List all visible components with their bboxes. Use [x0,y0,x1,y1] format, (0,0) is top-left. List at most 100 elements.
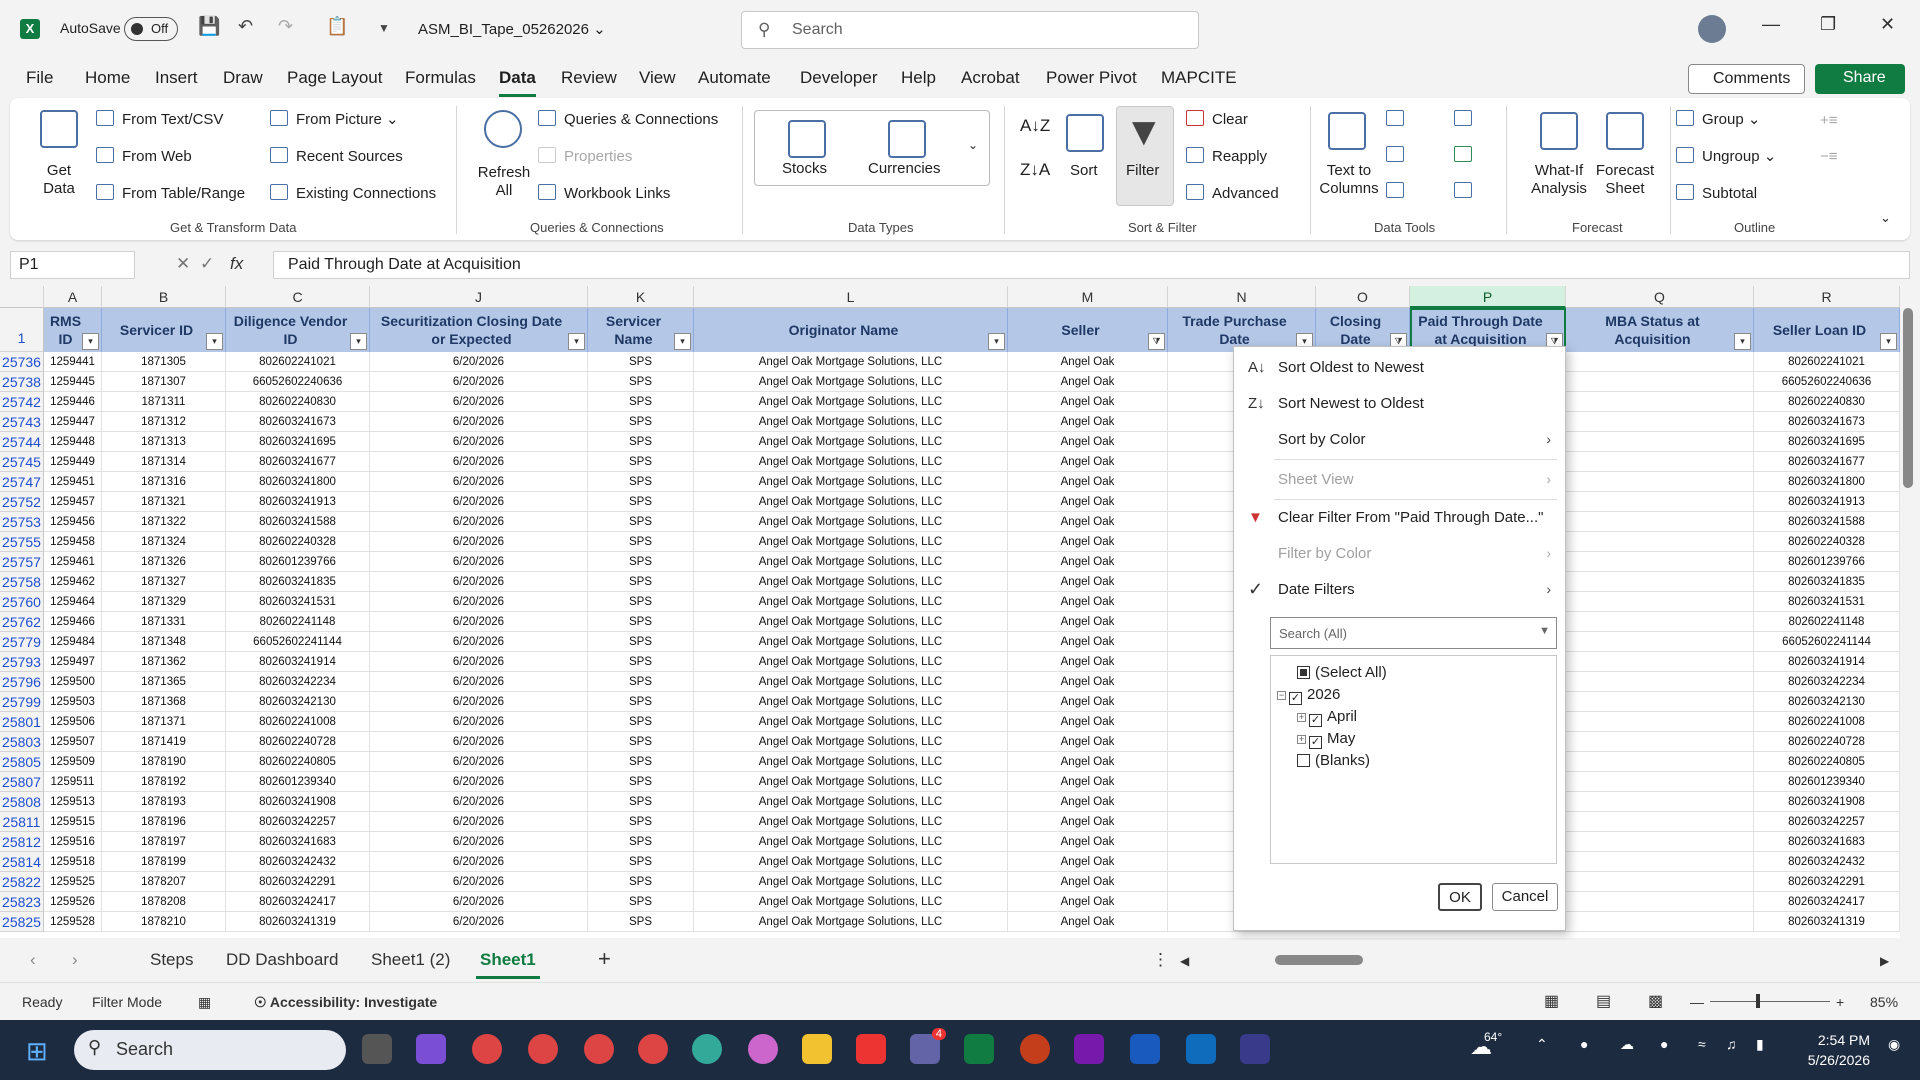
table-cell[interactable]: Angel Oak [1008,732,1168,752]
table-header-cell[interactable]: Originator Name ▾ [694,308,1008,352]
table-cell[interactable]: Angel Oak Mortgage Solutions, LLC [694,912,1008,932]
table-cell[interactable]: 1259526 [44,892,102,912]
column-header-2[interactable]: C [226,286,370,308]
table-cell[interactable]: Angel Oak [1008,372,1168,392]
table-cell[interactable] [1566,792,1754,812]
table-cell[interactable]: SPS [588,712,694,732]
sort-oldest-to-newest[interactable]: Sort Oldest to Newest [1278,359,1424,376]
group-button[interactable]: Group ⌄ [1676,110,1760,128]
table-cell[interactable]: Angel Oak Mortgage Solutions, LLC [694,492,1008,512]
table-cell[interactable] [1566,712,1754,732]
tab-review[interactable]: Review [561,68,617,88]
app-icon[interactable] [856,1034,886,1064]
table-cell[interactable]: 6/20/2026 [370,512,588,532]
table-cell[interactable]: 6/20/2026 [370,552,588,572]
row-header[interactable]: 25799 [0,692,44,712]
row-header[interactable]: 25822 [0,872,44,892]
cancel-entry-icon[interactable]: ✕ [176,254,190,274]
sort-az-icon[interactable]: A↓Z [1020,116,1050,136]
table-cell[interactable]: 802603241835 [226,572,370,592]
table-cell[interactable]: Angel Oak Mortgage Solutions, LLC [694,852,1008,872]
from-picture-button[interactable]: From Picture ⌄ [270,110,399,128]
windows-start-icon[interactable]: ⊞ [26,1036,48,1067]
table-cell[interactable]: 802603242234 [1754,672,1900,692]
month-april-node[interactable]: + ✓ April [1297,708,1357,727]
table-cell[interactable]: 6/20/2026 [370,572,588,592]
table-cell[interactable] [1566,412,1754,432]
table-cell[interactable]: SPS [588,892,694,912]
tab-formulas[interactable]: Formulas [405,68,476,88]
table-cell[interactable]: 1259466 [44,612,102,632]
row-header[interactable]: 25779 [0,632,44,652]
zoom-slider[interactable] [1710,1001,1830,1002]
table-cell[interactable]: 1259457 [44,492,102,512]
table-cell[interactable]: 1259497 [44,652,102,672]
tab-mapcite[interactable]: MAPCITE [1161,68,1237,88]
tab-home[interactable]: Home [85,68,130,88]
table-cell[interactable]: 1878197 [102,832,226,852]
table-cell[interactable]: Angel Oak [1008,632,1168,652]
table-cell[interactable] [1566,772,1754,792]
table-cell[interactable]: Angel Oak Mortgage Solutions, LLC [694,732,1008,752]
tab-help[interactable]: Help [901,68,936,88]
table-cell[interactable]: Angel Oak [1008,612,1168,632]
chrome-icon[interactable] [472,1034,502,1064]
tab-developer[interactable]: Developer [800,68,878,88]
table-cell[interactable]: 802603241908 [1754,792,1900,812]
table-cell[interactable]: Angel Oak Mortgage Solutions, LLC [694,592,1008,612]
row-header[interactable]: 25801 [0,712,44,732]
table-cell[interactable]: 1871324 [102,532,226,552]
word-icon[interactable] [1130,1034,1160,1064]
row-header[interactable]: 25757 [0,552,44,572]
table-cell[interactable]: 1259500 [44,672,102,692]
table-cell[interactable]: 802602240830 [1754,392,1900,412]
avatar[interactable] [1698,15,1726,43]
onenote-icon[interactable] [1074,1034,1104,1064]
table-header-cell[interactable]: Seller ⧩ [1008,308,1168,352]
row-header[interactable]: 25747 [0,472,44,492]
ok-button[interactable]: OK [1438,883,1482,911]
filter-dropdown-icon[interactable]: ▾ [1880,333,1897,350]
paste-icon[interactable]: 📋 [326,16,348,37]
table-cell[interactable]: 802602241008 [1754,712,1900,732]
undo-icon[interactable]: ↶ [238,16,253,37]
table-cell[interactable]: 802603241695 [1754,432,1900,452]
row-header[interactable]: 25814 [0,852,44,872]
table-cell[interactable] [1566,512,1754,532]
table-cell[interactable]: SPS [588,912,694,932]
table-cell[interactable]: SPS [588,672,694,692]
table-cell[interactable]: 6/20/2026 [370,752,588,772]
table-cell[interactable]: 1259456 [44,512,102,532]
worksheet-grid[interactable]: ABCJKLMNOPQR 1 RMS ID ▾ Servicer ID ▾ Dilige… [0,286,1900,938]
row-header[interactable]: 25808 [0,792,44,812]
table-cell[interactable] [1566,452,1754,472]
table-cell[interactable]: 6/20/2026 [370,892,588,912]
wifi-icon[interactable]: ≈ [1698,1036,1706,1052]
table-cell[interactable]: 802602240728 [226,732,370,752]
table-cell[interactable]: 802603242291 [226,872,370,892]
save-icon[interactable]: 💾 [198,16,220,37]
table-cell[interactable]: 802603242432 [1754,852,1900,872]
table-cell[interactable]: 6/20/2026 [370,492,588,512]
zoom-level[interactable]: 85% [1870,994,1898,1010]
horizontal-scroll-thumb[interactable] [1275,955,1363,965]
filter-dropdown-icon[interactable]: ▾ [1734,333,1751,350]
table-cell[interactable]: SPS [588,812,694,832]
row-header[interactable]: 25743 [0,412,44,432]
table-cell[interactable]: 1871365 [102,672,226,692]
table-cell[interactable]: Angel Oak [1008,752,1168,772]
column-header-0[interactable]: A [44,286,102,308]
table-cell[interactable]: 802603242257 [1754,812,1900,832]
page-break-view-icon[interactable]: ▩ [1648,991,1663,1011]
table-cell[interactable]: 1871327 [102,572,226,592]
table-cell[interactable]: 802603241800 [226,472,370,492]
clock-time[interactable]: 2:54 PM [1800,1032,1870,1048]
insert-function-icon[interactable]: fx [230,254,243,274]
table-cell[interactable]: SPS [588,552,694,572]
chrome-icon[interactable] [638,1034,668,1064]
table-cell[interactable]: SPS [588,732,694,752]
chrome-icon[interactable] [748,1034,778,1064]
table-cell[interactable]: 1259451 [44,472,102,492]
table-cell[interactable]: 802601239766 [1754,552,1900,572]
tab-draw[interactable]: Draw [223,68,263,88]
